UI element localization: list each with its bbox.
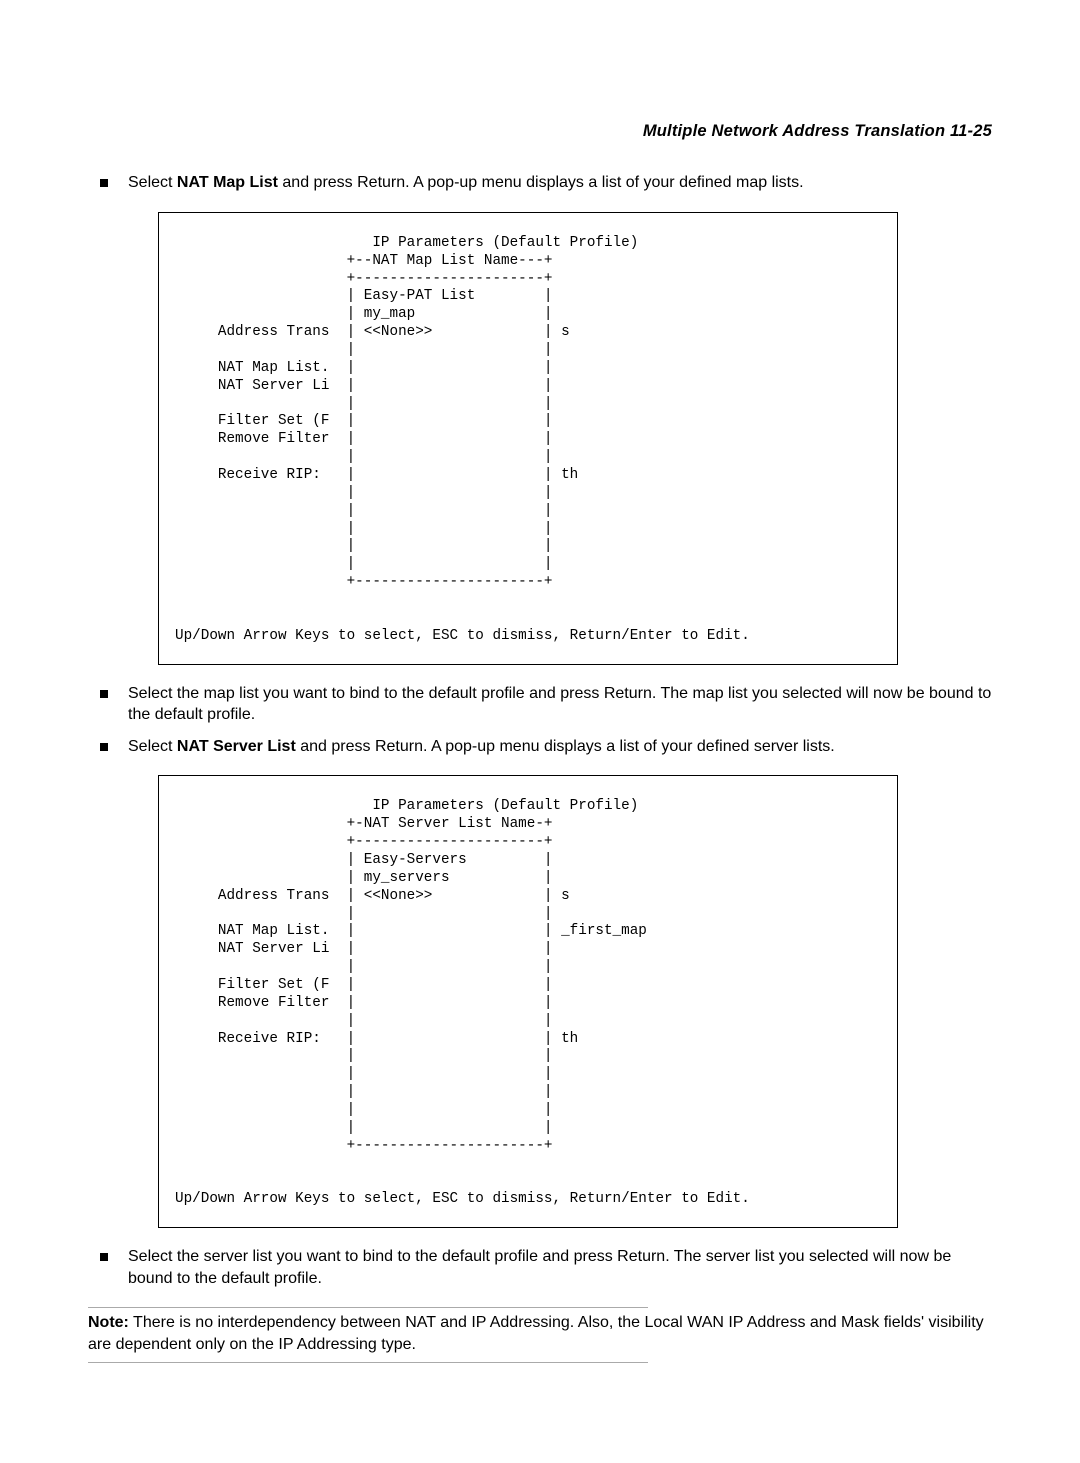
bullet-text: Select the server list you want to bind …: [128, 1248, 951, 1287]
bullet-item: Select the map list you want to bind to …: [88, 683, 992, 726]
page-header: Multiple Network Address Translation 11-…: [88, 120, 992, 142]
bullet-text-bold: NAT Server List: [177, 738, 296, 755]
note-text: There is no interdependency between NAT …: [88, 1314, 984, 1353]
bullet-list-1: Select NAT Map List and press Return. A …: [88, 172, 992, 194]
header-title: Multiple Network Address Translation 11-…: [643, 122, 992, 140]
bullet-item: Select the server list you want to bind …: [88, 1246, 992, 1289]
bullet-text: Select the map list you want to bind to …: [128, 685, 991, 724]
terminal-content: IP Parameters (Default Profile) +-NAT Se…: [175, 798, 881, 1209]
bullet-list-3: Select the server list you want to bind …: [88, 1246, 992, 1289]
bullet-text-post: and press Return. A pop-up menu displays…: [296, 738, 835, 755]
bullet-list-2: Select the map list you want to bind to …: [88, 683, 992, 758]
note-rule-top: [88, 1307, 648, 1308]
bullet-item: Select NAT Map List and press Return. A …: [88, 172, 992, 194]
note-rule-bottom: [88, 1362, 648, 1363]
terminal-screenshot-2: IP Parameters (Default Profile) +-NAT Se…: [158, 775, 898, 1228]
note-label: Note:: [88, 1314, 129, 1331]
bullet-text-post: and press Return. A pop-up menu displays…: [278, 174, 804, 191]
bullet-text-pre: Select: [128, 174, 177, 191]
page-container: Multiple Network Address Translation 11-…: [0, 0, 1080, 1463]
bullet-item: Select NAT Server List and press Return.…: [88, 736, 992, 758]
bullet-text-pre: Select: [128, 738, 177, 755]
note-block: Note: There is no interdependency betwee…: [88, 1312, 992, 1355]
terminal-screenshot-1: IP Parameters (Default Profile) +--NAT M…: [158, 212, 898, 665]
bullet-text-bold: NAT Map List: [177, 174, 278, 191]
terminal-content: IP Parameters (Default Profile) +--NAT M…: [175, 235, 881, 646]
